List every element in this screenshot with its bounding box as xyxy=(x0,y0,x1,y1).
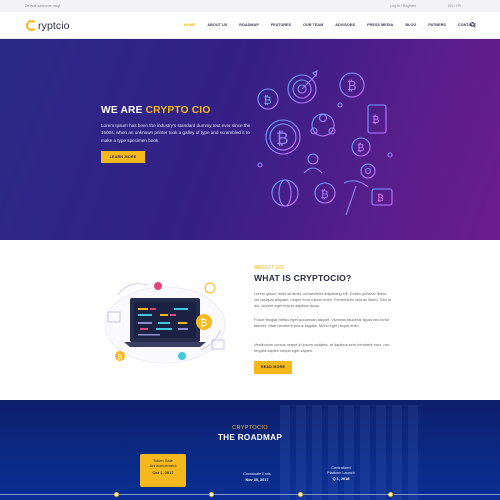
milestone-token-sale: Token Sale Announcement Oct 1, 2017 xyxy=(140,454,186,487)
timeline-dot[interactable] xyxy=(114,492,119,497)
nav-item-press-media[interactable]: PRESS MEDIA xyxy=(367,23,393,27)
svg-text:₿: ₿ xyxy=(118,353,123,361)
svg-text:₿: ₿ xyxy=(347,78,357,93)
svg-text:₿: ₿ xyxy=(321,189,329,201)
nav-item-home[interactable]: HOME xyxy=(184,23,195,27)
nav-item-advisors[interactable]: ADVISORS xyxy=(335,23,355,27)
svg-text:₿: ₿ xyxy=(200,317,207,329)
about-paragraph-3: Vestibulum cursus neque id ipsum sodales… xyxy=(254,342,390,353)
about-paragraph-1: Lorem ipsum dolor sit amet, consectetur … xyxy=(254,291,392,308)
svg-text:₿: ₿ xyxy=(372,114,379,126)
nav-menu: HOME ABOUT US ROADMAP FEATURES OUR TEAM … xyxy=(184,23,488,27)
about-paragraph-2: Fusce feugiat metus eget accumsan alique… xyxy=(254,317,390,328)
svg-text:₿: ₿ xyxy=(276,129,289,148)
timeline-dot[interactable] xyxy=(209,492,214,497)
about-title: WHAT IS CRYPTOCIO? xyxy=(254,273,352,283)
read-more-button[interactable]: READ MORE xyxy=(254,361,292,374)
roadmap-section: CRYPTOCIO THE ROADMAP Token Sale Announc… xyxy=(0,400,500,500)
learn-more-button[interactable]: LEARN MORE xyxy=(101,151,145,163)
timeline-dot[interactable] xyxy=(388,492,393,497)
hero-text: Lorem Ipsum has been the industry's stan… xyxy=(101,123,251,143)
milestone-platform-launch: Centralized Platform Launch Q 1, 2018 xyxy=(327,466,355,481)
main-navigation: ryptcio HOME ABOUT US ROADMAP FEATURES O… xyxy=(0,12,500,39)
timeline-dot[interactable] xyxy=(298,492,303,497)
nav-item-patners[interactable]: PATNERS xyxy=(428,23,446,27)
nav-item-about-us[interactable]: ABOUT US xyxy=(207,23,227,27)
svg-text:₿: ₿ xyxy=(264,95,272,107)
about-section: ₿ ₿ ABOUT US WHAT IS CRYPTOCIO? Lorem ip… xyxy=(0,240,500,400)
nav-item-blog[interactable]: BLOG xyxy=(405,23,416,27)
timeline-line xyxy=(0,494,500,495)
roadmap-subtitle: CRYPTOCIO xyxy=(232,425,268,431)
top-bar: Default welcome msg! Log in / Register E… xyxy=(0,0,500,12)
logo[interactable]: ryptcio xyxy=(26,18,70,33)
nav-item-roadmap[interactable]: ROADMAP xyxy=(239,23,259,27)
background-bars xyxy=(280,405,420,500)
nav-item-our-team[interactable]: OUR TEAM xyxy=(303,23,323,27)
roadmap-title: THE ROADMAP xyxy=(217,433,283,442)
hero-title: WE ARE CRYPTO CIO xyxy=(101,105,211,116)
welcome-message: Default welcome msg! xyxy=(25,4,61,8)
search-icon[interactable] xyxy=(470,22,476,28)
svg-text:₿: ₿ xyxy=(377,193,384,203)
about-subtitle: ABOUT US xyxy=(254,265,284,271)
crypto-icons-illustration: ₿ ₿ ₿ ₿ ₿ ₿ ₿ xyxy=(257,70,393,216)
logo-text: ryptcio xyxy=(38,19,70,32)
milestone-crowdsale-ends: Crowdsale Ends Nov 30, 2017 xyxy=(243,472,271,482)
login-register-link[interactable]: Log in / Register xyxy=(390,4,416,8)
svg-text:₿: ₿ xyxy=(357,142,364,154)
crypto-laptop-illustration: ₿ ₿ xyxy=(104,282,226,364)
nav-item-features[interactable]: FEATURES xyxy=(271,23,291,27)
logo-c-icon xyxy=(26,20,37,31)
language-switcher[interactable]: EN / FR xyxy=(448,4,461,8)
hero-section: WE ARE CRYPTO CIO Lorem Ipsum has been t… xyxy=(0,39,500,240)
